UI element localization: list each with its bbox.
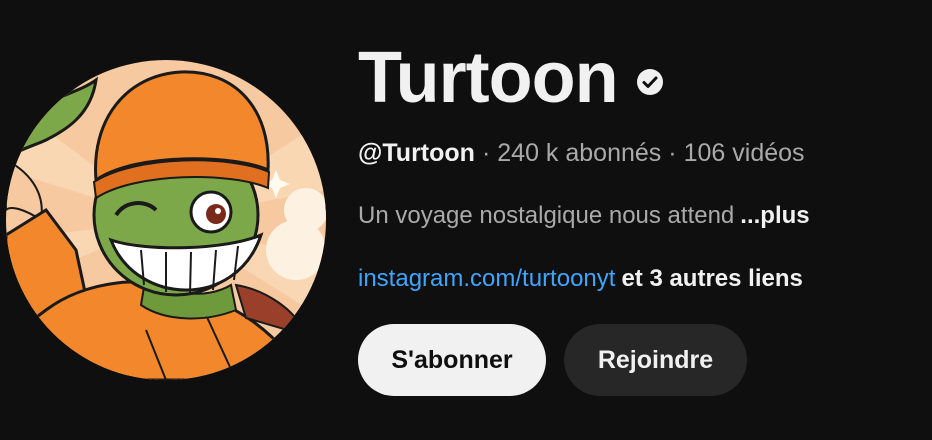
channel-meta: @Turtoon · 240 k abonnés · 106 vidéos bbox=[358, 138, 805, 168]
action-buttons: S'abonner Rejoindre bbox=[358, 324, 747, 396]
title-row: Turtoon bbox=[358, 38, 664, 118]
verified-check-icon bbox=[636, 68, 664, 96]
instagram-link[interactable]: instagram.com/turtoonyt bbox=[358, 265, 615, 292]
channel-description[interactable]: Un voyage nostalgique nous attend ...plus bbox=[358, 201, 810, 231]
join-button[interactable]: Rejoindre bbox=[564, 324, 747, 396]
video-count: 106 vidéos bbox=[683, 139, 805, 167]
description-text: Un voyage nostalgique nous attend bbox=[358, 202, 735, 229]
channel-links: instagram.com/turtoonyt et 3 autres liens bbox=[358, 264, 803, 294]
meta-separator: · bbox=[668, 139, 677, 167]
turtle-character-image bbox=[6, 60, 326, 380]
meta-separator: · bbox=[481, 139, 491, 167]
channel-name: Turtoon bbox=[358, 38, 619, 118]
channel-avatar[interactable] bbox=[6, 60, 326, 380]
channel-handle: @Turtoon bbox=[358, 139, 475, 167]
other-links[interactable]: et 3 autres liens bbox=[621, 265, 802, 292]
more-link[interactable]: ...plus bbox=[740, 202, 809, 229]
subscriber-count: 240 k abonnés bbox=[497, 139, 662, 167]
subscribe-button[interactable]: S'abonner bbox=[358, 324, 546, 396]
